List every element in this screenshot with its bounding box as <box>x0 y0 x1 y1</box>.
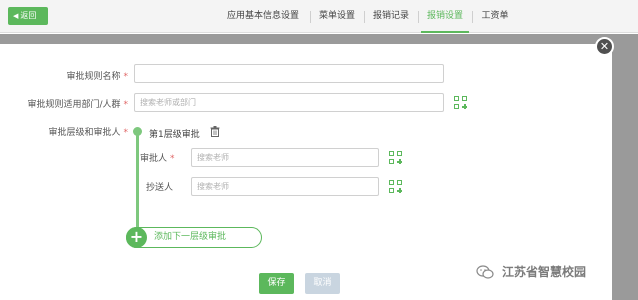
tab-menu-settings[interactable]: 菜单设置 <box>313 0 361 33</box>
top-nav-bar: ◀ 返回 应用基本信息设置 菜单设置 报销记录 报销设置 工资单 <box>0 0 638 33</box>
modal-backdrop[interactable] <box>0 34 638 44</box>
add-next-level-label: 添加下一层级审批 <box>154 232 227 242</box>
add-person-icon[interactable] <box>389 151 402 164</box>
cancel-button[interactable]: 取消 <box>305 273 340 294</box>
tab-app-basic-settings[interactable]: 应用基本信息设置 <box>218 0 308 33</box>
modal-backdrop-right[interactable] <box>612 34 638 300</box>
required-mark: * <box>123 100 129 110</box>
level-1-title: 第1层级审批 <box>149 130 200 140</box>
tab-reimbursement-records[interactable]: 报销记录 <box>367 0 415 33</box>
add-person-icon[interactable] <box>454 96 467 109</box>
approver-label-text: 审批人 <box>140 154 168 164</box>
timeline-line <box>136 134 139 229</box>
arrow-left-icon: ◀ <box>13 12 19 20</box>
approver-search-input[interactable]: 搜索老师 <box>191 148 379 167</box>
add-person-icon[interactable] <box>389 180 402 193</box>
approver-search-placeholder: 搜索老师 <box>197 153 229 162</box>
cc-search-placeholder: 搜索老师 <box>197 182 229 191</box>
save-button[interactable]: 保存 <box>259 273 294 294</box>
scope-label-text: 审批规则适用部门/人群 <box>27 100 121 110</box>
plus-icon: + <box>126 227 147 248</box>
wechat-icon <box>476 265 494 279</box>
tab-reimbursement-settings[interactable]: 报销设置 <box>421 0 469 33</box>
tab-divider <box>364 11 365 23</box>
tab-divider <box>310 11 311 23</box>
watermark-text: 江苏省智慧校园 <box>502 265 587 279</box>
required-mark: * <box>123 128 129 138</box>
rule-name-input[interactable] <box>134 64 444 83</box>
close-button[interactable]: ✕ <box>595 37 614 56</box>
tab-divider <box>472 11 473 23</box>
required-mark: * <box>170 154 175 164</box>
rule-name-label: 审批规则名称 * <box>20 69 128 82</box>
rule-name-label-text: 审批规则名称 <box>66 72 121 82</box>
levels-label-text: 审批层级和审批人 <box>48 128 121 138</box>
cc-search-input[interactable]: 搜索老师 <box>191 177 379 196</box>
trash-icon[interactable] <box>210 126 220 137</box>
approver-label: 审批人 * <box>140 151 186 164</box>
scope-label: 审批规则适用部门/人群 * <box>10 97 128 110</box>
back-button[interactable]: ◀ 返回 <box>8 7 48 25</box>
add-next-level-button[interactable]: + 添加下一层级审批 <box>126 227 262 248</box>
close-icon: ✕ <box>599 40 610 53</box>
scope-search-input[interactable]: 搜索老师或部门 <box>134 93 444 112</box>
levels-label: 审批层级和审批人 * <box>20 125 128 138</box>
tab-divider <box>418 11 419 23</box>
required-mark: * <box>123 72 129 82</box>
back-button-label: 返回 <box>20 11 37 20</box>
tab-payslip[interactable]: 工资单 <box>475 0 515 33</box>
cc-label: 抄送人 <box>146 183 174 193</box>
scope-search-placeholder: 搜索老师或部门 <box>140 98 196 107</box>
